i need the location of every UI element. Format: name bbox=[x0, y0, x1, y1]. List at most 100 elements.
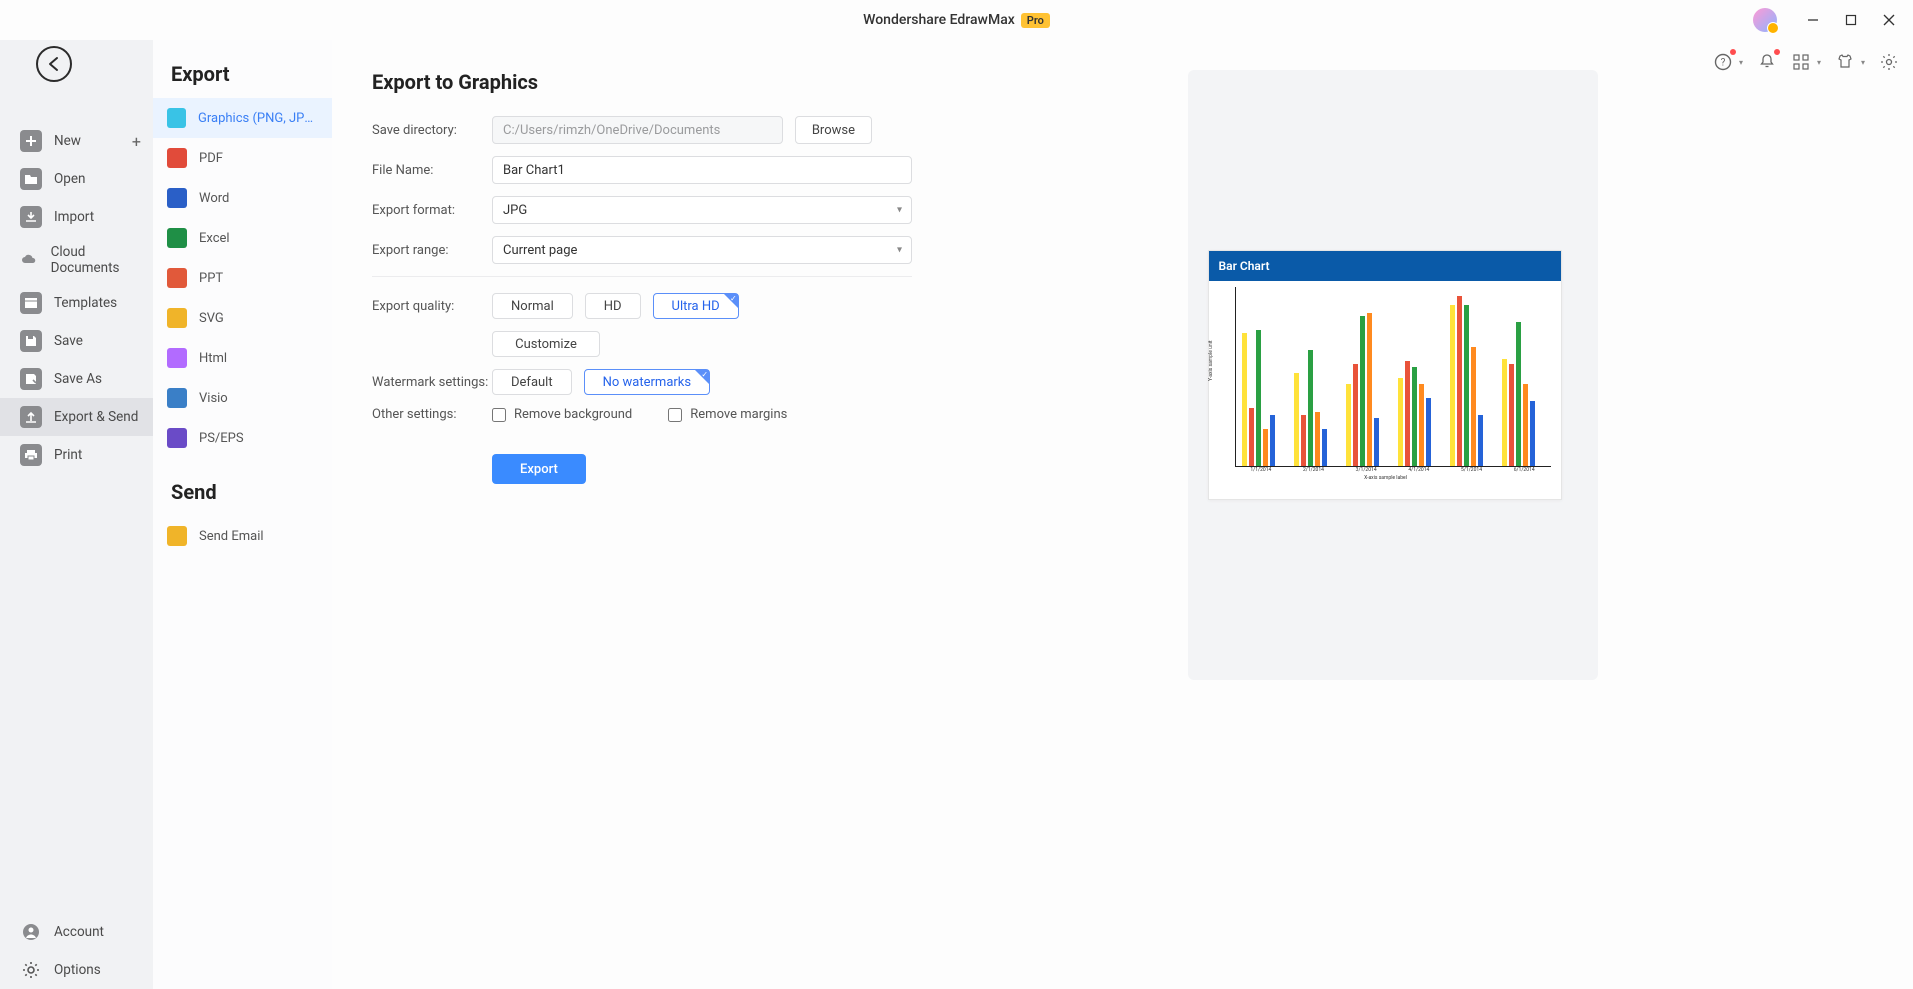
file-type-icon bbox=[167, 268, 187, 288]
watermark-none-button[interactable]: No watermarks bbox=[584, 369, 710, 395]
plus-icon[interactable]: + bbox=[132, 132, 141, 151]
save-as-icon bbox=[20, 368, 42, 390]
format-item-label: Send Email bbox=[199, 529, 264, 544]
save-dir-input[interactable] bbox=[492, 116, 783, 144]
chart-x-tick: 5/1/2014 bbox=[1445, 467, 1498, 473]
minimize-button[interactable] bbox=[1797, 4, 1829, 36]
chevron-down-icon[interactable]: ▾ bbox=[1739, 58, 1743, 67]
export-quality-label: Export quality: bbox=[372, 299, 492, 314]
nav-item-save-as[interactable]: Save As bbox=[0, 360, 153, 398]
preview-chart-title: Bar Chart bbox=[1209, 251, 1561, 281]
chart-bar bbox=[1419, 384, 1424, 466]
export-format-select[interactable]: JPG bbox=[492, 196, 912, 224]
grid-icon[interactable] bbox=[1791, 52, 1811, 72]
nav-item-options[interactable]: Options bbox=[0, 951, 153, 989]
other-settings-label: Other settings: bbox=[372, 407, 492, 422]
chart-y-label: Y-axis sample unit bbox=[1208, 341, 1214, 381]
chevron-down-icon[interactable]: ▾ bbox=[1817, 58, 1821, 67]
quality-customize-button[interactable]: Customize bbox=[492, 331, 600, 357]
format-item-ps-eps[interactable]: PS/EPS bbox=[153, 418, 332, 458]
chart-bar bbox=[1249, 408, 1254, 466]
format-item-graphics-png-jpg-et-[interactable]: Graphics (PNG, JPG et... bbox=[153, 98, 332, 138]
chart-bar bbox=[1270, 415, 1275, 466]
nav-item-export-send[interactable]: Export & Send bbox=[0, 398, 153, 436]
nav-item-label: Save As bbox=[54, 371, 102, 387]
nav-item-new[interactable]: New+ bbox=[0, 122, 153, 160]
nav-item-label: Import bbox=[54, 209, 94, 225]
format-item-svg[interactable]: SVG bbox=[153, 298, 332, 338]
bell-icon[interactable] bbox=[1757, 52, 1777, 72]
gear-icon bbox=[20, 959, 42, 981]
file-type-icon bbox=[167, 108, 186, 128]
format-item-label: PS/EPS bbox=[199, 431, 244, 446]
watermark-label: Watermark settings: bbox=[372, 375, 492, 390]
main-content: Export to Graphics Save directory: Brows… bbox=[332, 40, 1913, 989]
nav-item-print[interactable]: Print bbox=[0, 436, 153, 474]
file-type-icon bbox=[167, 188, 187, 208]
chart-bar bbox=[1374, 418, 1379, 466]
export-formats-panel: Export Graphics (PNG, JPG et...PDFWordEx… bbox=[153, 40, 332, 989]
remove-background-checkbox[interactable]: Remove background bbox=[492, 407, 632, 422]
format-item-ppt[interactable]: PPT bbox=[153, 258, 332, 298]
chart-bar bbox=[1398, 378, 1403, 466]
save-icon bbox=[20, 330, 42, 352]
quality-normal-button[interactable]: Normal bbox=[492, 293, 573, 319]
chart-bar-group bbox=[1346, 313, 1388, 466]
avatar[interactable] bbox=[1753, 8, 1777, 32]
chart-bar bbox=[1516, 322, 1521, 467]
format-item-send-email[interactable]: Send Email bbox=[153, 516, 332, 556]
help-icon[interactable]: ? bbox=[1713, 52, 1733, 72]
quality-hd-button[interactable]: HD bbox=[585, 293, 641, 319]
back-button[interactable] bbox=[36, 46, 72, 82]
format-item-label: Graphics (PNG, JPG et... bbox=[198, 111, 318, 126]
nav-item-import[interactable]: Import bbox=[0, 198, 153, 236]
chart-bar bbox=[1346, 384, 1351, 466]
chart-bar bbox=[1242, 333, 1247, 466]
chart-bar bbox=[1471, 347, 1476, 466]
svg-text:?: ? bbox=[1721, 58, 1726, 69]
format-item-word[interactable]: Word bbox=[153, 178, 332, 218]
file-type-icon bbox=[167, 148, 187, 168]
format-item-html[interactable]: Html bbox=[153, 338, 332, 378]
format-item-excel[interactable]: Excel bbox=[153, 218, 332, 258]
export-format-label: Export format: bbox=[372, 203, 492, 218]
remove-margins-checkbox[interactable]: Remove margins bbox=[668, 407, 787, 422]
chart-bar bbox=[1256, 330, 1261, 466]
folder-icon bbox=[20, 168, 42, 190]
format-item-label: Visio bbox=[199, 391, 228, 406]
format-item-visio[interactable]: Visio bbox=[153, 378, 332, 418]
file-name-label: File Name: bbox=[372, 163, 492, 178]
format-item-label: SVG bbox=[199, 311, 224, 326]
nav-item-label: Cloud Documents bbox=[51, 244, 141, 276]
nav-item-templates[interactable]: Templates bbox=[0, 284, 153, 322]
close-button[interactable] bbox=[1873, 4, 1905, 36]
format-item-pdf[interactable]: PDF bbox=[153, 138, 332, 178]
chart-bar bbox=[1360, 316, 1365, 466]
preview-area: Bar Chart Y-axis sample unit 1/1/20142/1… bbox=[912, 70, 1873, 959]
chevron-down-icon[interactable]: ▾ bbox=[1861, 58, 1865, 67]
shirt-icon[interactable] bbox=[1835, 52, 1855, 72]
maximize-button[interactable] bbox=[1835, 4, 1867, 36]
export-form: Export to Graphics Save directory: Brows… bbox=[372, 70, 912, 959]
nav-item-save[interactable]: Save bbox=[0, 322, 153, 360]
export-button[interactable]: Export bbox=[492, 454, 586, 484]
nav-item-label: Options bbox=[54, 962, 101, 978]
plus-icon bbox=[20, 130, 42, 152]
browse-button[interactable]: Browse bbox=[795, 116, 872, 144]
watermark-default-button[interactable]: Default bbox=[492, 369, 572, 395]
file-name-input[interactable] bbox=[492, 156, 912, 184]
nav-item-cloud-documents[interactable]: Cloud Documents bbox=[0, 236, 153, 284]
file-type-icon bbox=[167, 526, 187, 546]
file-type-icon bbox=[167, 228, 187, 248]
nav-item-account[interactable]: Account bbox=[0, 913, 153, 951]
chart-x-tick: 6/1/2014 bbox=[1498, 467, 1551, 473]
preview-card: Bar Chart Y-axis sample unit 1/1/20142/1… bbox=[1208, 250, 1562, 500]
chart-bar bbox=[1367, 313, 1372, 466]
window-controls bbox=[1753, 0, 1905, 40]
chart-bar bbox=[1457, 296, 1462, 466]
gear-icon[interactable] bbox=[1879, 52, 1899, 72]
export-range-select[interactable]: Current page bbox=[492, 236, 912, 264]
quality-ultrahd-button[interactable]: Ultra HD bbox=[653, 293, 739, 319]
nav-item-open[interactable]: Open bbox=[0, 160, 153, 198]
chart-bar bbox=[1308, 350, 1313, 466]
